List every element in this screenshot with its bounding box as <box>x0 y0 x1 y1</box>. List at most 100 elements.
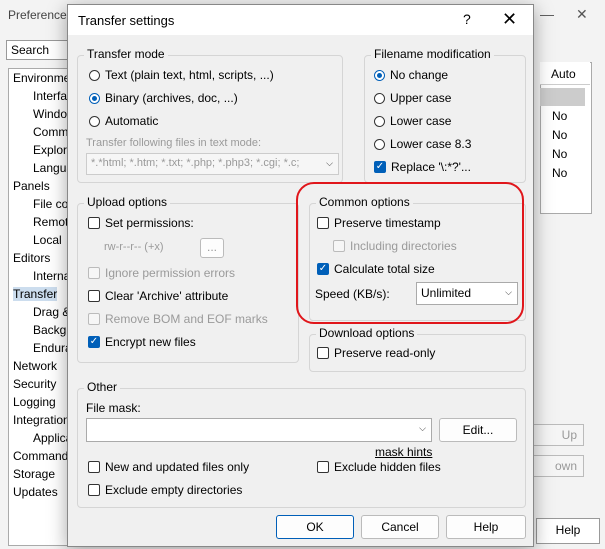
exclude-empty-dirs-label: Exclude empty directories <box>105 483 243 497</box>
clear-archive-checkbox[interactable]: Clear 'Archive' attribute <box>88 289 228 303</box>
cancel-button[interactable]: Cancel <box>361 515 439 539</box>
tree-item[interactable]: Editors <box>13 251 50 265</box>
transfer-settings-dialog: Transfer settings ? ✕ Transfer mode Text… <box>67 4 534 547</box>
lower-case-83-label: Lower case 8.3 <box>390 137 472 151</box>
radio-binary[interactable] <box>89 92 100 104</box>
common-options-title: Common options <box>316 195 413 209</box>
close-icon[interactable]: ✕ <box>502 9 517 30</box>
lower-case-radio[interactable]: Lower case <box>374 114 451 128</box>
text-mode-files-value: *.*html; *.htm; *.txt; *.php; *.php3; *.… <box>91 157 300 169</box>
permissions-button[interactable]: ... <box>200 238 224 258</box>
tree-item[interactable]: Logging <box>13 395 56 409</box>
including-directories-label: Including directories <box>350 239 457 253</box>
ignore-errors-checkbox[interactable]: Ignore permission errors <box>88 266 235 280</box>
tree-item[interactable]: Transfer <box>13 287 58 301</box>
checkbox-box[interactable] <box>317 217 329 229</box>
check-icon[interactable]: ✓ <box>88 336 100 348</box>
radio-automatic[interactable] <box>89 115 100 127</box>
radio-no-change[interactable] <box>374 69 385 81</box>
dialog-titlebar: Transfer settings ? ✕ <box>68 5 533 35</box>
auto-value: No <box>552 147 568 161</box>
check-icon[interactable]: ✓ <box>317 263 329 275</box>
automatic-mode-label: Automatic <box>105 114 159 128</box>
exclude-empty-dirs-checkbox[interactable]: Exclude empty directories <box>88 483 242 497</box>
speed-select[interactable]: Unlimited ⌵ <box>416 282 518 305</box>
checkbox-box[interactable] <box>88 313 100 325</box>
checkbox-box[interactable] <box>88 484 100 496</box>
preferences-help-button[interactable]: Help <box>536 518 600 544</box>
edit-button[interactable]: Edit... <box>439 418 517 442</box>
speed-value: Unlimited <box>421 286 472 300</box>
tree-item[interactable]: Local <box>33 233 62 247</box>
new-updated-only-label: New and updated files only <box>105 460 250 474</box>
radio-upper-case[interactable] <box>374 92 385 104</box>
calculate-total-size-label: Calculate total size <box>334 262 435 276</box>
checkbox-box[interactable] <box>317 347 329 359</box>
speed-label: Speed (KB/s): <box>315 287 390 301</box>
tree-item[interactable]: Panels <box>13 179 50 193</box>
auto-value: No <box>552 109 568 123</box>
preserve-timestamp-checkbox[interactable]: Preserve timestamp <box>317 216 441 230</box>
remove-bom-checkbox[interactable]: Remove BOM and EOF marks <box>88 312 268 326</box>
permissions-value: rw-r--r-- (+x) <box>104 241 164 253</box>
upper-case-label: Upper case <box>390 91 452 105</box>
replace-checkbox[interactable]: ✓ Replace '\:*?'... <box>374 160 471 174</box>
including-directories-checkbox[interactable]: Including directories <box>333 239 457 253</box>
other-title: Other <box>84 380 121 394</box>
set-permissions-checkbox[interactable]: Set permissions: <box>88 216 194 230</box>
checkbox-box[interactable] <box>333 240 345 252</box>
tree-item[interactable]: Security <box>13 377 56 391</box>
encrypt-files-checkbox[interactable]: ✓ Encrypt new files <box>88 335 196 349</box>
tree-item[interactable]: Storage <box>13 467 55 481</box>
ok-button[interactable]: OK <box>276 515 354 539</box>
mask-hints-link[interactable]: mask hints <box>375 445 432 459</box>
tree-item[interactable]: Commands <box>13 449 71 463</box>
transfer-mode-title: Transfer mode <box>84 47 168 61</box>
minimize-icon[interactable]: — <box>540 6 554 22</box>
tree-item[interactable]: Environment <box>13 71 71 85</box>
file-mask-label: File mask: <box>86 401 141 415</box>
checkbox-box[interactable] <box>88 217 100 229</box>
lower-case-83-radio[interactable]: Lower case 8.3 <box>374 137 471 151</box>
text-mode-radio[interactable]: Text (plain text, html, scripts, ...) <box>89 68 274 82</box>
help-icon[interactable]: ? <box>463 11 471 27</box>
file-mask-input[interactable]: ⌵ <box>86 418 432 442</box>
radio-text[interactable] <box>89 69 100 81</box>
chevron-down-icon: ⌵ <box>419 423 426 433</box>
checkbox-box[interactable] <box>88 461 100 473</box>
text-mode-label: Text (plain text, html, scripts, ...) <box>105 68 274 82</box>
preserve-readonly-label: Preserve read-only <box>334 346 436 360</box>
text-mode-files-field[interactable]: *.*html; *.htm; *.txt; *.php; *.php3; *.… <box>86 153 339 175</box>
checkbox-box[interactable] <box>88 290 100 302</box>
chevron-down-icon: ⌵ <box>505 287 512 297</box>
tree-item[interactable]: Integration <box>13 413 70 427</box>
download-options-title: Download options <box>316 326 418 340</box>
preserve-timestamp-label: Preserve timestamp <box>334 216 441 230</box>
check-icon[interactable]: ✓ <box>374 161 386 173</box>
automatic-mode-radio[interactable]: Automatic <box>89 114 158 128</box>
checkbox-box[interactable] <box>88 267 100 279</box>
replace-label: Replace '\:*?'... <box>391 160 471 174</box>
search-input[interactable]: Search <box>6 40 70 60</box>
preserve-readonly-checkbox[interactable]: Preserve read-only <box>317 346 435 360</box>
no-change-radio[interactable]: No change <box>374 68 448 82</box>
new-updated-only-checkbox[interactable]: New and updated files only <box>88 460 249 474</box>
tree-item[interactable]: Network <box>13 359 57 373</box>
auto-column-header: Auto <box>551 67 576 81</box>
checkbox-box[interactable] <box>317 461 329 473</box>
radio-lower-case[interactable] <box>374 115 385 127</box>
ignore-errors-label: Ignore permission errors <box>105 266 236 280</box>
close-icon[interactable]: ✕ <box>576 6 588 23</box>
preferences-tree[interactable]: EnvironmentInterfaceWindowsCommanderExpl… <box>8 68 72 546</box>
binary-mode-radio[interactable]: Binary (archives, doc, ...) <box>89 91 238 105</box>
exclude-hidden-checkbox[interactable]: Exclude hidden files <box>317 460 441 474</box>
radio-lower-case-83[interactable] <box>374 138 385 150</box>
selected-row-highlight <box>540 88 585 106</box>
help-button[interactable]: Help <box>446 515 526 539</box>
tree-item[interactable]: Updates <box>13 485 58 499</box>
filename-modification-title: Filename modification <box>371 47 494 61</box>
upper-case-radio[interactable]: Upper case <box>374 91 451 105</box>
auto-value: No <box>552 128 568 142</box>
binary-mode-label: Binary (archives, doc, ...) <box>105 91 238 105</box>
calculate-total-size-checkbox[interactable]: ✓ Calculate total size <box>317 262 435 276</box>
